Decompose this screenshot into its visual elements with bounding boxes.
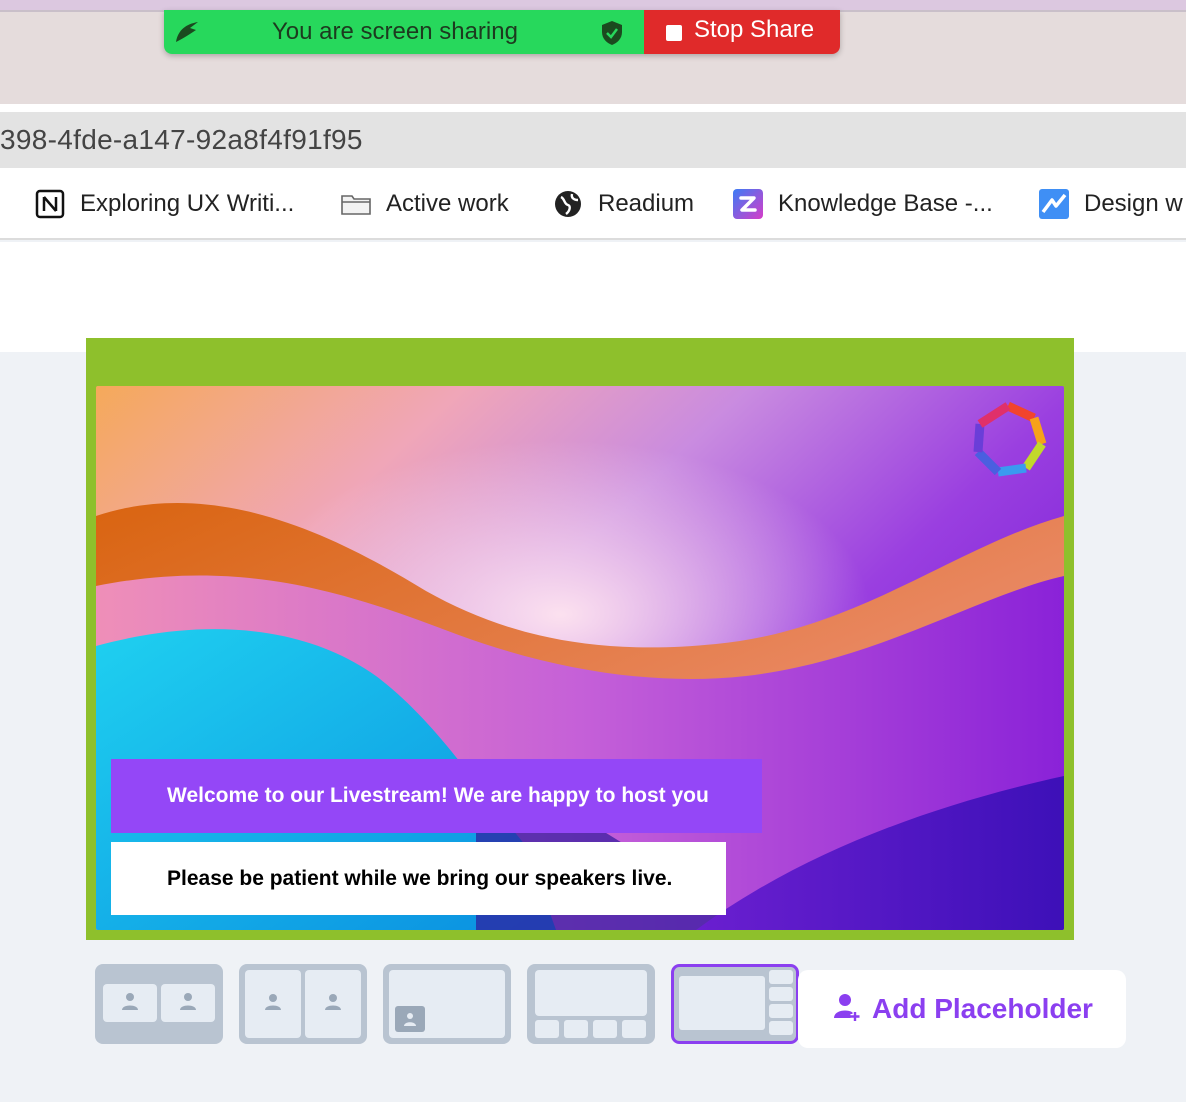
bookmark-design[interactable]: Design w bbox=[1038, 168, 1183, 238]
stop-share-button[interactable]: Stop Share bbox=[644, 10, 840, 54]
bookmark-label: Exploring UX Writi... bbox=[80, 190, 295, 217]
bookmark-label: Knowledge Base -... bbox=[778, 190, 993, 217]
bookmark-label: Readium bbox=[598, 190, 695, 217]
layout-screen-with-pip[interactable] bbox=[383, 964, 511, 1044]
layout-two-side-by-side[interactable] bbox=[95, 964, 223, 1044]
brand-logo-icon bbox=[968, 400, 1048, 485]
bookmark-active-work[interactable]: Active work bbox=[340, 168, 509, 238]
bookmark-exploring-ux-writing[interactable]: Exploring UX Writi... bbox=[34, 168, 295, 238]
secondary-banner-text: Please be patient while we bring our spe… bbox=[167, 866, 673, 890]
add-placeholder-label: Add Placeholder bbox=[872, 993, 1093, 1024]
address-bar[interactable]: 398-4fde-a147-92a8f4f91f95 bbox=[0, 112, 1186, 168]
secondary-text-banner[interactable]: Please be patient while we bring our spe… bbox=[111, 842, 726, 915]
layout-main-with-right-column[interactable] bbox=[671, 964, 799, 1044]
design-app-icon bbox=[1038, 188, 1070, 220]
primary-banner-text: Welcome to our Livestream! We are happy … bbox=[167, 784, 709, 807]
folder-icon bbox=[340, 188, 372, 220]
add-placeholder-button[interactable]: Add Placeholder bbox=[798, 970, 1126, 1048]
page-header-area bbox=[0, 242, 1186, 352]
screen-share-status[interactable]: You are screen sharing bbox=[164, 10, 644, 54]
address-bar-url: 398-4fde-a147-92a8f4f91f95 bbox=[0, 124, 363, 155]
bookmark-label: Design w bbox=[1084, 190, 1183, 217]
stop-share-label: Stop Share bbox=[694, 16, 815, 43]
share-app-logo-icon bbox=[172, 16, 204, 53]
bookmarks-bar: Exploring UX Writi... Active work Readiu… bbox=[0, 168, 1186, 240]
bookmark-label: Active work bbox=[386, 190, 509, 217]
notion-icon bbox=[34, 188, 66, 220]
screen-share-banner: You are screen sharing Stop Share bbox=[164, 10, 840, 54]
shield-check-icon bbox=[600, 20, 624, 51]
tab-strip-edge bbox=[0, 0, 1186, 10]
add-user-icon bbox=[834, 992, 862, 1027]
layout-two-split[interactable] bbox=[239, 964, 367, 1044]
primary-text-banner[interactable]: Welcome to our Livestream! We are happy … bbox=[111, 759, 762, 833]
globe-icon bbox=[552, 188, 584, 220]
z-logo-icon bbox=[732, 188, 764, 220]
stage-canvas[interactable]: Welcome to our Livestream! We are happy … bbox=[96, 386, 1064, 930]
layout-main-with-bottom-row[interactable] bbox=[527, 964, 655, 1044]
bookmark-knowledge-base[interactable]: Knowledge Base -... bbox=[732, 168, 993, 238]
screen-share-status-text: You are screen sharing bbox=[272, 18, 518, 45]
chrome-gap bbox=[0, 104, 1186, 112]
bookmark-readium[interactable]: Readium bbox=[552, 168, 695, 238]
stop-icon bbox=[666, 25, 682, 41]
